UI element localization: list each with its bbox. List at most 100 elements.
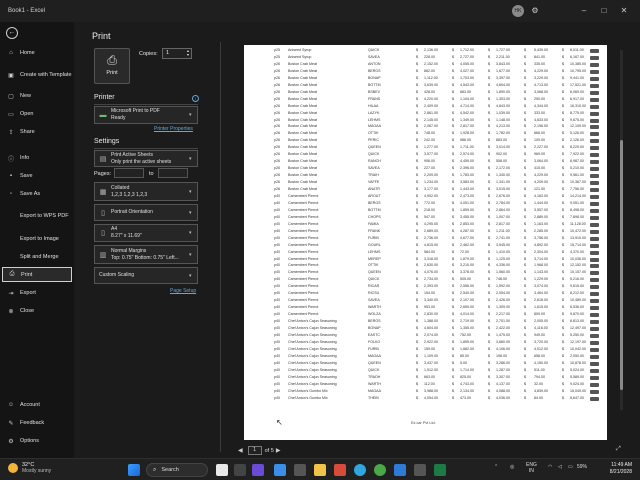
sidebar-item-export-image[interactable]: ·Export to Image: [2, 232, 72, 246]
sidebar-item-options[interactable]: ⚙ Options: [2, 434, 72, 448]
wifi-icon[interactable]: ◠: [548, 464, 552, 470]
store-icon[interactable]: [274, 464, 286, 476]
car-thumbnail: [590, 111, 599, 116]
table-cell: 1,125.00: [496, 256, 510, 261]
app-icon[interactable]: [294, 464, 306, 476]
chrome-icon[interactable]: [374, 464, 386, 476]
widget-icon[interactable]: [216, 464, 228, 476]
app-red-icon[interactable]: [334, 464, 346, 476]
maximize-icon[interactable]: □: [598, 5, 610, 17]
settings-icon[interactable]: ⚙: [529, 5, 541, 17]
car-thumbnail: [590, 313, 599, 318]
orientation-select[interactable]: ▯ Portrait Orientation ▾: [94, 204, 198, 221]
prev-page-icon[interactable]: ◀: [238, 447, 243, 454]
account-avatar[interactable]: HK: [512, 5, 524, 17]
table-cell: $: [452, 242, 454, 247]
excel-icon[interactable]: [434, 464, 446, 476]
table-row: p26 Boston Crab Meat MAGAA $2,067.00 $2,817.…: [244, 124, 607, 131]
tray-app-icon[interactable]: ◎: [510, 464, 514, 470]
printer-info-icon[interactable]: i: [192, 95, 199, 102]
car-thumbnail: [590, 396, 599, 401]
save-icon: ▪: [9, 173, 13, 179]
table-cell: 1,143.00: [534, 270, 548, 275]
minimize-icon[interactable]: –: [578, 5, 590, 17]
teams-icon[interactable]: [252, 464, 264, 476]
table-row: p40 Camembert Pierrot BERGS $772.00 $4,051.0…: [244, 201, 607, 208]
table-cell: $: [452, 103, 454, 108]
preview-scrollbar[interactable]: [620, 50, 623, 410]
sidebar-item-save-as[interactable]: ▫ Save As: [2, 187, 72, 201]
edge-icon[interactable]: [354, 464, 366, 476]
volume-icon[interactable]: ◁: [558, 464, 562, 470]
collation-select[interactable]: ▦ Collated 1,2,3 1,2,3 1,2,3 ▾: [94, 182, 198, 201]
table-cell: 1,615.00: [534, 305, 548, 310]
sidebar-item-open[interactable]: ▭ Open: [2, 107, 72, 121]
file-explorer-icon[interactable]: [314, 464, 326, 476]
scrollbar-thumb[interactable]: [620, 140, 623, 390]
table-cell: VAFFE: [368, 180, 380, 185]
paper-size-select[interactable]: ▯ A4 8.27" x 11.69" ▾: [94, 224, 198, 242]
table-row: p26 Boston Crab Meat BOTTM $3,639.00 $4,543.…: [244, 83, 607, 90]
table-cell: FURIB: [368, 235, 379, 240]
battery-icon[interactable]: ▭: [568, 464, 573, 470]
clock[interactable]: 11:49 AM 8/21/2028: [596, 462, 632, 476]
pages-from-input[interactable]: [114, 168, 144, 178]
sidebar-item-new[interactable]: ▢ New: [2, 89, 72, 103]
close-window-icon[interactable]: ✕: [618, 5, 630, 17]
table-cell: 1,890.00: [496, 89, 510, 94]
table-cell: 3,177.00: [424, 187, 438, 191]
printer-properties-link[interactable]: Printer Properties: [154, 126, 193, 132]
printer-select[interactable]: ▬ Microsoft Print to PDF Ready ▾: [94, 106, 198, 124]
pages-to-input[interactable]: [158, 168, 188, 178]
table-cell: 14,214.00: [570, 193, 586, 198]
taskbar-search[interactable]: ⌕ Search: [146, 463, 208, 477]
table-cell: RANCH: [368, 159, 381, 164]
start-icon[interactable]: [128, 464, 140, 476]
sidebar-item-close[interactable]: ⊗ Close: [2, 304, 72, 318]
mail-icon[interactable]: [394, 464, 406, 476]
table-cell: $: [524, 214, 526, 219]
sidebar-item-share[interactable]: ⇪ Share: [2, 125, 72, 139]
language-indicator[interactable]: ENG IN: [526, 462, 537, 474]
table-cell: 5,216.00: [570, 277, 584, 282]
print-button[interactable]: ⎙ Print: [94, 48, 130, 84]
stepper-arrows-icon[interactable]: ▴ ▾: [187, 49, 189, 57]
sidebar-item-save[interactable]: ▪ Save: [2, 169, 72, 183]
table-row: p40 Chef Anton's Cajun Seasoning EASTC $2,0…: [244, 333, 607, 340]
back-arrow-icon[interactable]: ←: [6, 27, 18, 39]
weather-widget[interactable]: 32°C Mostly sunny: [8, 462, 51, 474]
table-cell: $: [416, 103, 418, 108]
sidebar-item-feedback[interactable]: ✎ Feedback: [2, 416, 72, 430]
sidebar-item-print[interactable]: ⎙ Print: [2, 267, 72, 282]
sidebar-item-account[interactable]: ☺ Account: [2, 398, 72, 412]
table-cell: $: [562, 235, 564, 240]
task-view-icon[interactable]: [234, 464, 246, 476]
table-cell: 1,109.00: [424, 353, 438, 358]
print-what-select[interactable]: ▤ Print Active Sheets Only print the acti…: [94, 150, 198, 167]
sidebar-item-home[interactable]: ⌂ Home: [2, 46, 72, 60]
sidebar-item-create-template[interactable]: ▣ Create with Template: [2, 66, 72, 84]
sidebar-item-info[interactable]: ⓘ Info: [2, 151, 72, 165]
scaling-select[interactable]: Custom Scaling ▾: [94, 267, 198, 284]
table-cell: Camembert Pierrot: [288, 305, 319, 310]
table-cell: $: [452, 207, 454, 212]
settings-app-icon[interactable]: [414, 464, 426, 476]
table-cell: 5,250.00: [570, 332, 584, 337]
current-page-input[interactable]: 1: [247, 446, 262, 455]
table-cell: 1,163.00: [534, 221, 548, 226]
next-page-icon[interactable]: ▶: [276, 447, 281, 454]
table-cell: $: [562, 96, 564, 101]
table-cell: $: [452, 89, 454, 94]
copies-stepper[interactable]: 1 ▴ ▾: [162, 48, 192, 59]
table-cell: $: [488, 187, 490, 191]
sidebar-item-export[interactable]: ⇥ Export: [2, 286, 72, 300]
table-cell: 242.00: [424, 138, 435, 143]
zoom-to-page-icon[interactable]: ⤢: [616, 446, 621, 453]
tray-overflow-icon[interactable]: ⌃: [494, 464, 498, 470]
margins-select[interactable]: ▥ Normal Margins Top: 0.75" Bottom: 0.75"…: [94, 245, 198, 264]
sidebar-item-export-wps-pdf[interactable]: ·Export to WPS PDF: [2, 207, 72, 225]
table-cell: 1,148.00: [496, 117, 510, 122]
table-cell: 4,027.00: [460, 68, 474, 73]
sidebar-item-split-merge[interactable]: ·Split and Merge: [2, 250, 72, 264]
page-setup-link[interactable]: Page Setup: [170, 288, 196, 294]
